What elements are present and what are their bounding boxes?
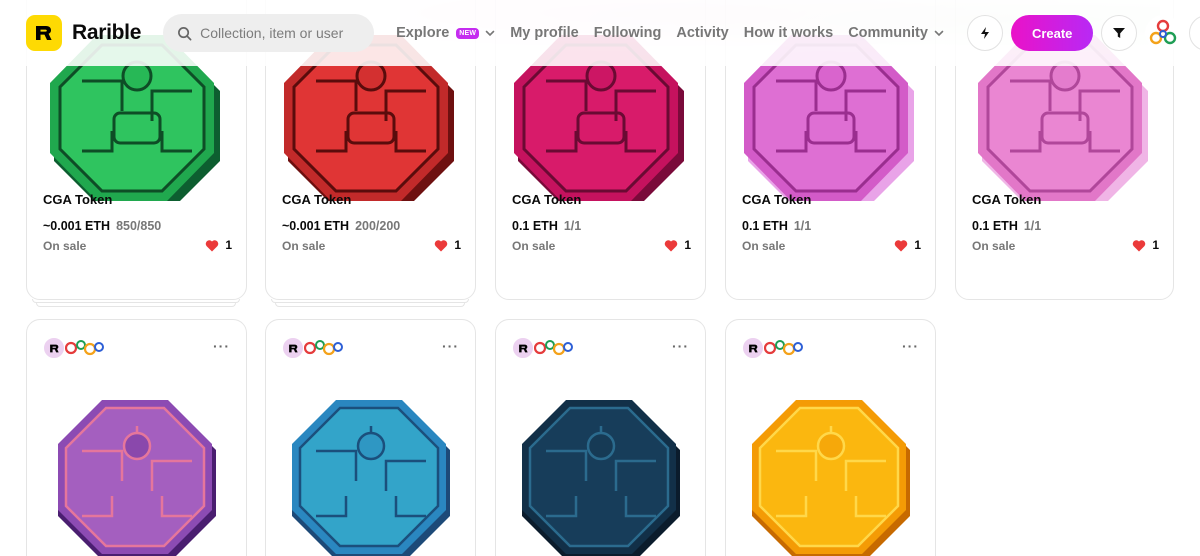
search-bar[interactable] bbox=[163, 14, 375, 52]
like-button[interactable]: 1 bbox=[894, 238, 921, 252]
more-options-button[interactable]: ··· bbox=[672, 339, 689, 353]
search-icon bbox=[178, 26, 192, 40]
rarible-owner-avatar[interactable] bbox=[282, 337, 304, 359]
more-options-button[interactable]: ··· bbox=[442, 339, 459, 353]
new-badge: NEW bbox=[456, 27, 480, 39]
heart-icon bbox=[435, 239, 448, 251]
create-button[interactable]: Create bbox=[1010, 15, 1094, 51]
card-owners bbox=[512, 337, 576, 359]
rarible-logo-icon bbox=[49, 344, 59, 352]
card-title: CGA Token bbox=[282, 192, 352, 207]
rarible-owner-avatar[interactable] bbox=[512, 337, 534, 359]
like-button[interactable]: 1 bbox=[434, 238, 461, 252]
token-octagon-gold bbox=[751, 400, 910, 556]
chevron-down-icon bbox=[485, 30, 495, 37]
card-quantity: 850/850 bbox=[116, 219, 162, 233]
like-count: 1 bbox=[454, 238, 461, 252]
card-title: CGA Token bbox=[742, 192, 812, 207]
nav-following[interactable]: Following bbox=[594, 25, 662, 41]
nav-explore[interactable]: Explore NEW bbox=[396, 25, 495, 41]
quick-action-button[interactable] bbox=[966, 15, 1003, 51]
avatar bbox=[1150, 19, 1177, 45]
token-artwork bbox=[27, 396, 246, 556]
card-status: On sale bbox=[512, 239, 556, 253]
filter-icon bbox=[1113, 28, 1126, 38]
card-price: ~0.001 ETH 850/850 bbox=[43, 219, 162, 233]
heart-icon bbox=[665, 239, 678, 251]
like-button[interactable]: 1 bbox=[1132, 238, 1159, 252]
card-price: ~0.001 ETH 200/200 bbox=[282, 219, 401, 233]
nft-card[interactable]: ··· bbox=[495, 319, 706, 556]
collection-avatar[interactable] bbox=[300, 338, 346, 358]
lightning-icon bbox=[980, 27, 989, 39]
nav-explore-label: Explore bbox=[396, 25, 450, 41]
rarible-owner-avatar[interactable] bbox=[742, 337, 764, 359]
token-octagon-navy bbox=[521, 400, 680, 556]
card-stack-edge bbox=[36, 303, 236, 307]
search-input[interactable] bbox=[200, 25, 361, 41]
heart-icon bbox=[1133, 239, 1146, 251]
more-options-button[interactable]: ··· bbox=[213, 339, 230, 353]
nav-how-it-works[interactable]: How it works bbox=[744, 25, 833, 41]
like-count: 1 bbox=[1152, 238, 1159, 252]
collection-avatar[interactable] bbox=[61, 338, 107, 358]
card-owners bbox=[282, 337, 346, 359]
token-octagon-teal bbox=[291, 400, 450, 556]
heart-icon bbox=[206, 239, 219, 251]
main-nav: Explore NEW My profile Following Activit… bbox=[396, 25, 959, 41]
card-quantity: 1/1 bbox=[793, 219, 812, 233]
token-artwork bbox=[726, 396, 935, 556]
card-title: CGA Token bbox=[512, 192, 582, 207]
user-avatar-button[interactable] bbox=[1145, 15, 1182, 51]
like-count: 1 bbox=[225, 238, 232, 252]
like-button[interactable]: 1 bbox=[664, 238, 691, 252]
card-quantity: 1/1 bbox=[1023, 219, 1042, 233]
nft-card[interactable]: ··· bbox=[725, 319, 936, 556]
card-quantity: 1/1 bbox=[563, 219, 582, 233]
card-owners bbox=[43, 337, 107, 359]
header-actions: Create bbox=[959, 15, 1200, 51]
token-artwork bbox=[496, 396, 705, 556]
top-navbar: Rarible Explore NEW My profile Following… bbox=[0, 0, 1200, 66]
card-stack-edge bbox=[275, 303, 465, 307]
like-button[interactable]: 1 bbox=[205, 238, 232, 252]
card-status: On sale bbox=[43, 239, 87, 253]
like-count: 1 bbox=[914, 238, 921, 252]
token-octagon-purple bbox=[57, 400, 216, 556]
like-count: 1 bbox=[684, 238, 691, 252]
nft-card[interactable]: ··· bbox=[265, 319, 476, 556]
card-status: On sale bbox=[282, 239, 326, 253]
card-owners bbox=[742, 337, 806, 359]
nav-community-label: Community bbox=[848, 25, 928, 41]
more-options-button[interactable]: ··· bbox=[902, 339, 919, 353]
rarible-logo-icon bbox=[518, 344, 528, 352]
card-title: CGA Token bbox=[972, 192, 1042, 207]
nav-activity[interactable]: Activity bbox=[676, 25, 728, 41]
rarible-logo-icon bbox=[36, 26, 52, 40]
rarible-owner-avatar[interactable] bbox=[43, 337, 65, 359]
heart-icon bbox=[895, 239, 908, 251]
card-title: CGA Token bbox=[43, 192, 113, 207]
nav-my-profile[interactable]: My profile bbox=[510, 25, 578, 41]
card-price: 0.1 ETH 1/1 bbox=[742, 219, 812, 233]
rarible-logo-icon bbox=[288, 344, 298, 352]
rarible-logo[interactable] bbox=[26, 15, 62, 51]
filter-button[interactable] bbox=[1101, 15, 1138, 51]
nav-community[interactable]: Community bbox=[848, 25, 944, 41]
collection-avatar[interactable] bbox=[760, 338, 806, 358]
token-artwork bbox=[266, 396, 475, 556]
chevron-down-icon bbox=[934, 30, 944, 37]
theme-toggle-button[interactable] bbox=[1189, 15, 1200, 51]
nft-card[interactable]: ··· bbox=[26, 319, 247, 556]
card-quantity: 200/200 bbox=[355, 219, 401, 233]
rarible-logo-icon bbox=[748, 344, 758, 352]
card-price: 0.1 ETH 1/1 bbox=[512, 219, 582, 233]
card-status: On sale bbox=[742, 239, 786, 253]
card-price: 0.1 ETH 1/1 bbox=[972, 219, 1042, 233]
brand-name[interactable]: Rarible bbox=[72, 21, 141, 45]
card-status: On sale bbox=[972, 239, 1016, 253]
collection-avatar[interactable] bbox=[530, 338, 576, 358]
